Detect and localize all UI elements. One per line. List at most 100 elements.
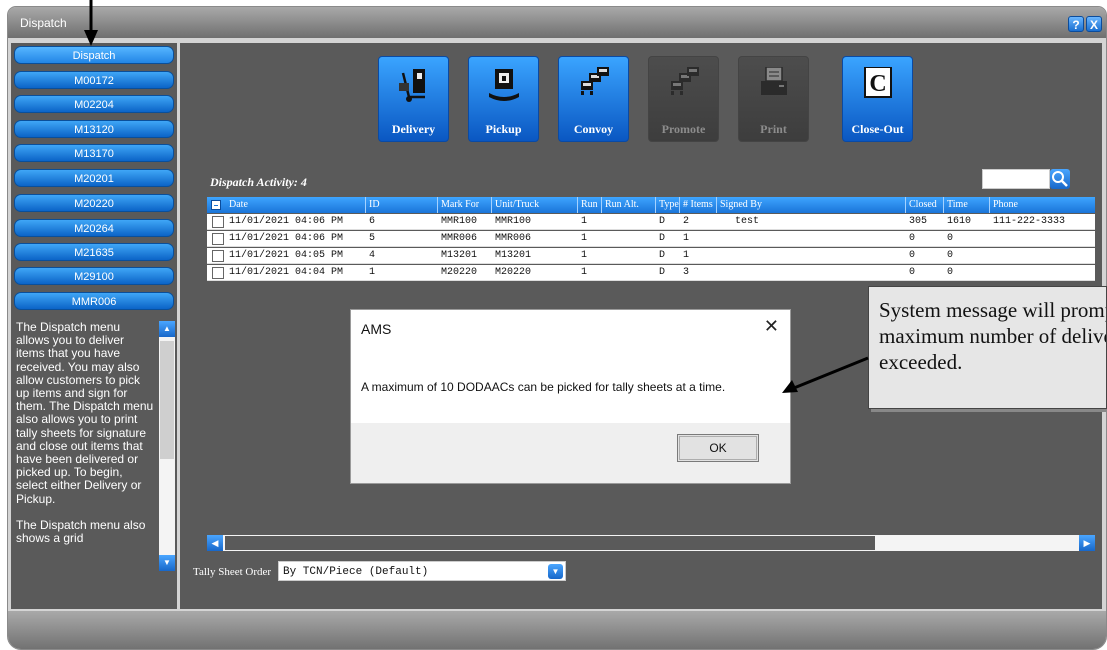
dispatch-activity-label: Dispatch Activity: 4 xyxy=(210,175,307,189)
cell-phone: 111-222-3333 xyxy=(993,216,1066,227)
row-checkbox[interactable] xyxy=(212,216,224,228)
col-type[interactable]: Type xyxy=(659,199,679,210)
printer-icon xyxy=(761,67,787,95)
cell-time: 0 xyxy=(947,250,954,261)
dialog-footer: OK xyxy=(351,423,790,483)
col-signed-by[interactable]: Signed By xyxy=(720,199,762,210)
cell-date: 11/01/2021 04:05 PM xyxy=(229,250,344,261)
table-row[interactable]: 11/01/2021 04:06 PM 5 MMR006 MMR006 1 D … xyxy=(207,231,1095,247)
cell-run: 1 xyxy=(581,233,588,244)
search-input[interactable] xyxy=(982,169,1050,189)
col-items[interactable]: # Items xyxy=(683,199,713,210)
window-title: Dispatch xyxy=(20,16,67,30)
grid-horizontal-scrollbar[interactable]: ◀ ▶ xyxy=(207,535,1095,551)
cell-items: 3 xyxy=(683,267,690,278)
sidebar-item-m20201[interactable]: M20201 xyxy=(14,169,174,187)
cell-closed: 305 xyxy=(909,216,928,227)
bottom-bar xyxy=(8,611,1106,649)
print-button[interactable]: Print xyxy=(738,56,809,142)
convoy-label: Convoy xyxy=(573,122,614,136)
cell-closed: 0 xyxy=(909,250,916,261)
help-icon[interactable]: ? xyxy=(1068,16,1084,32)
row-checkbox[interactable] xyxy=(212,250,224,262)
sidebar-item-m02204[interactable]: M02204 xyxy=(14,95,174,113)
sidebar-item-mmr006[interactable]: MMR006 xyxy=(14,292,174,310)
cell-unit: MMR100 xyxy=(495,216,532,227)
help-panel: The Dispatch menu allows you to deliver … xyxy=(11,317,177,607)
scroll-thumb[interactable] xyxy=(160,341,174,459)
col-id[interactable]: ID xyxy=(369,199,380,210)
cell-id: 4 xyxy=(369,250,376,261)
col-run-alt[interactable]: Run Alt. xyxy=(605,199,639,210)
cell-unit: M20220 xyxy=(495,267,532,278)
pickup-button[interactable]: Pickup xyxy=(468,56,539,142)
tally-sheet-order-select[interactable]: By TCN/Piece (Default) ▼ xyxy=(278,561,566,581)
sidebar-item-m00172[interactable]: M00172 xyxy=(14,71,174,89)
chevron-down-icon[interactable]: ▼ xyxy=(548,564,563,579)
col-unit-truck[interactable]: Unit/Truck xyxy=(495,199,539,210)
sidebar-item-m13170[interactable]: M13170 xyxy=(14,144,174,162)
promote-label: Promote xyxy=(661,122,706,136)
cell-type: D xyxy=(659,233,666,244)
cell-time: 0 xyxy=(947,233,954,244)
row-checkbox[interactable] xyxy=(212,267,224,279)
cell-date: 11/01/2021 04:04 PM xyxy=(229,267,344,278)
cell-type: D xyxy=(659,267,666,278)
cell-date: 11/01/2021 04:06 PM xyxy=(229,216,344,227)
sidebar-item-m13120[interactable]: M13120 xyxy=(14,120,174,138)
sidebar-item-m20264[interactable]: M20264 xyxy=(14,219,174,237)
grid-header: Date ID Mark For Unit/Truck Run Run Alt.… xyxy=(207,197,1095,213)
col-date[interactable]: Date xyxy=(229,199,248,210)
col-run[interactable]: Run xyxy=(581,199,598,210)
cell-unit: M13201 xyxy=(495,250,532,261)
scroll-down-icon[interactable]: ▼ xyxy=(159,555,175,571)
dialog-title: AMS xyxy=(361,321,392,337)
close-icon[interactable]: X xyxy=(1086,16,1102,32)
close-out-label: Close-Out xyxy=(851,122,904,136)
col-time[interactable]: Time xyxy=(947,199,968,210)
col-closed[interactable]: Closed xyxy=(909,199,937,210)
table-row[interactable]: 11/01/2021 04:04 PM 1 M20220 M20220 1 D … xyxy=(207,265,1095,281)
col-mark-for[interactable]: Mark For xyxy=(441,199,479,210)
sidebar-item-m21635[interactable]: M21635 xyxy=(14,243,174,261)
convoy-trucks-icon xyxy=(581,67,609,95)
sidebar-item-m29100[interactable]: M29100 xyxy=(14,267,174,285)
cell-run: 1 xyxy=(581,267,588,278)
col-phone[interactable]: Phone xyxy=(993,199,1018,210)
cell-items: 1 xyxy=(683,233,690,244)
title-bar: Dispatch ? X xyxy=(8,7,1106,38)
sidebar-item-m20220[interactable]: M20220 xyxy=(14,194,174,212)
scroll-right-icon[interactable]: ▶ xyxy=(1079,535,1095,551)
sidebar-item-dispatch[interactable]: Dispatch xyxy=(14,46,174,64)
delivery-button[interactable]: Delivery xyxy=(378,56,449,142)
hand-truck-icon xyxy=(399,69,425,102)
cell-id: 1 xyxy=(369,267,376,278)
scroll-thumb[interactable] xyxy=(225,536,875,550)
cell-time: 0 xyxy=(947,267,954,278)
close-icon[interactable]: ✕ xyxy=(764,316,779,337)
cell-run: 1 xyxy=(581,250,588,261)
row-checkbox[interactable] xyxy=(212,233,224,245)
table-row[interactable]: 11/01/2021 04:06 PM 6 MMR100 MMR100 1 D … xyxy=(207,214,1095,230)
select-all-checkbox[interactable] xyxy=(211,200,221,210)
ok-button[interactable]: OK xyxy=(677,434,759,462)
close-out-c-icon: C xyxy=(864,67,892,98)
scroll-up-icon[interactable]: ▲ xyxy=(159,321,175,337)
ams-dialog: AMS ✕ A maximum of 10 DODAACs can be pic… xyxy=(350,309,791,484)
sidebar: Dispatch M00172 M02204 M13120 M13170 M20… xyxy=(11,43,177,609)
package-hand-icon xyxy=(489,69,519,101)
cell-closed: 0 xyxy=(909,267,916,278)
cell-mark-for: MMR006 xyxy=(441,233,478,244)
promote-button[interactable]: Promote xyxy=(648,56,719,142)
scroll-left-icon[interactable]: ◀ xyxy=(207,535,223,551)
cell-signed-by: test xyxy=(735,216,760,227)
svg-text:C: C xyxy=(869,71,886,97)
cell-type: D xyxy=(659,216,666,227)
table-row[interactable]: 11/01/2021 04:05 PM 4 M13201 M13201 1 D … xyxy=(207,248,1095,264)
cell-items: 2 xyxy=(683,216,690,227)
help-scrollbar[interactable]: ▲ ▼ xyxy=(159,321,175,571)
convoy-button[interactable]: Convoy xyxy=(558,56,629,142)
search-icon[interactable] xyxy=(1050,169,1070,189)
close-out-button[interactable]: C Close-Out xyxy=(842,56,913,142)
callout-arrow-icon xyxy=(782,356,869,393)
